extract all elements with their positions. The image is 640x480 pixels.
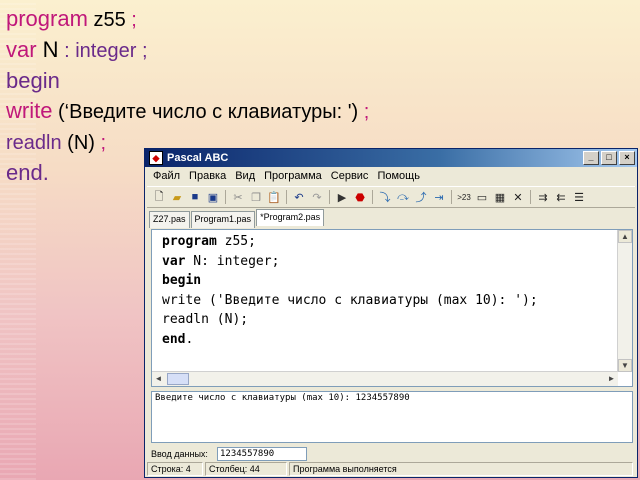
status-column: Столбец: 44 bbox=[205, 462, 287, 476]
slide-keyword: end. bbox=[6, 160, 49, 185]
slide-text: N bbox=[36, 37, 59, 62]
file-tabs: Z27.pas Program1.pas *Program2.pas bbox=[149, 209, 325, 228]
slide-line-var: var N : integer ; bbox=[6, 35, 369, 66]
scroll-down-icon[interactable]: ▼ bbox=[618, 359, 632, 372]
vertical-scrollbar[interactable]: ▲ ▼ bbox=[617, 230, 632, 372]
slide-line-program: program z55 ; bbox=[6, 4, 369, 35]
step-over-icon[interactable]: ⤼ bbox=[395, 189, 411, 205]
scroll-right-icon[interactable]: ► bbox=[605, 373, 618, 385]
code-keyword: begin bbox=[162, 273, 202, 288]
toolbar: 🗋 ▰ ■ ▣ ✂ ❐ 📋 ↶ ↷ ▶ ⬣ ⤵ ⤼ ⤴ ⇥ >23 ▭ ▦ ✕ … bbox=[147, 186, 635, 208]
window-icon[interactable]: ▭ bbox=[474, 189, 490, 205]
cut-icon[interactable]: ✂ bbox=[230, 189, 246, 205]
code-editor[interactable]: program z55; var N: integer; begin write… bbox=[151, 229, 633, 387]
maximize-button[interactable]: □ bbox=[601, 151, 617, 165]
save-all-icon[interactable]: ▣ bbox=[205, 189, 221, 205]
slide-keyword: write bbox=[6, 98, 53, 123]
slide-text: : integer ; bbox=[58, 40, 148, 62]
code-keyword: var bbox=[162, 253, 186, 269]
title-bar[interactable]: ◆ Pascal ABC _ □ × bbox=[145, 149, 637, 167]
watch-icon[interactable]: >23 bbox=[456, 189, 472, 205]
status-bar: Строка: 4 Столбец: 44 Программа выполняе… bbox=[147, 462, 635, 476]
menu-bar: Файл Правка Вид Программа Сервис Помощь bbox=[145, 168, 637, 184]
toolbar-separator bbox=[451, 190, 452, 204]
code-keyword: program bbox=[162, 234, 217, 249]
input-row: Ввод данных: 1234557890 bbox=[151, 447, 307, 461]
scroll-thumb[interactable] bbox=[167, 373, 189, 385]
code-text: program z55; var N: integer; begin write… bbox=[162, 232, 538, 349]
code-text-span: readln bbox=[162, 312, 209, 327]
output-text: Введите число с клавиатуры (max 10): 123… bbox=[155, 393, 410, 403]
copy-icon[interactable]: ❐ bbox=[248, 189, 264, 205]
menu-view[interactable]: Вид bbox=[235, 170, 255, 182]
menu-edit[interactable]: Правка bbox=[189, 170, 226, 182]
slide-text: ; bbox=[358, 101, 370, 123]
save-icon[interactable]: ■ bbox=[187, 189, 203, 205]
code-text-span: ('Введите число с клавиатуры (max 10): '… bbox=[201, 292, 538, 308]
run-icon[interactable]: ▶ bbox=[334, 189, 350, 205]
window-controls: _ □ × bbox=[583, 151, 635, 165]
menu-service[interactable]: Сервис bbox=[331, 170, 369, 182]
slide-text: ; bbox=[94, 132, 107, 154]
slide-keyword: begin bbox=[6, 68, 60, 93]
paste-icon[interactable]: 📋 bbox=[266, 189, 282, 205]
tab-program2[interactable]: *Program2.pas bbox=[256, 209, 325, 226]
undo-icon[interactable]: ↶ bbox=[291, 189, 307, 205]
code-keyword: end bbox=[162, 331, 186, 347]
menu-help[interactable]: Помощь bbox=[377, 170, 420, 182]
code-text-span: (N); bbox=[208, 312, 249, 327]
pascal-abc-window: ◆ Pascal ABC _ □ × Файл Правка Вид Прогр… bbox=[144, 148, 638, 478]
scroll-left-icon[interactable]: ◄ bbox=[152, 373, 165, 385]
slide-text: z55 bbox=[87, 9, 126, 31]
delete-icon[interactable]: ✕ bbox=[510, 189, 526, 205]
slide-text: (N) bbox=[61, 132, 95, 154]
toolbar-separator bbox=[530, 190, 531, 204]
menu-program[interactable]: Программа bbox=[264, 170, 322, 182]
comment-icon[interactable]: ☰ bbox=[571, 189, 587, 205]
run-to-cursor-icon[interactable]: ⇥ bbox=[431, 189, 447, 205]
tab-z27[interactable]: Z27.pas bbox=[149, 211, 190, 228]
slide-text: ; bbox=[125, 9, 137, 31]
step-into-icon[interactable]: ⤵ bbox=[377, 189, 393, 205]
toolbar-separator bbox=[329, 190, 330, 204]
code-text-span: N: integer; bbox=[185, 253, 280, 269]
stop-icon[interactable]: ⬣ bbox=[352, 189, 368, 205]
app-icon: ◆ bbox=[149, 151, 163, 165]
tab-program1[interactable]: Program1.pas bbox=[190, 211, 256, 228]
new-file-icon[interactable]: 🗋 bbox=[151, 189, 167, 205]
scroll-up-icon[interactable]: ▲ bbox=[618, 230, 632, 243]
output-window: Введите число с клавиатуры (max 10): 123… bbox=[151, 391, 633, 443]
code-text-span: . bbox=[185, 331, 194, 347]
open-folder-icon[interactable]: ▰ bbox=[169, 189, 185, 205]
toolbar-separator bbox=[372, 190, 373, 204]
slide-keyword: program bbox=[6, 6, 88, 31]
horizontal-scrollbar[interactable]: ◄ ► bbox=[152, 371, 618, 386]
slide-line-begin: begin bbox=[6, 66, 369, 96]
toolbar-separator bbox=[225, 190, 226, 204]
input-label: Ввод данных: bbox=[151, 449, 208, 459]
form-icon[interactable]: ▦ bbox=[492, 189, 508, 205]
input-field[interactable]: 1234557890 bbox=[217, 447, 307, 461]
slide-keyword: readln bbox=[6, 132, 62, 154]
outdent-icon[interactable]: ⇇ bbox=[553, 189, 569, 205]
code-text-span: z55; bbox=[216, 234, 256, 249]
close-button[interactable]: × bbox=[619, 151, 635, 165]
indent-icon[interactable]: ⇉ bbox=[535, 189, 551, 205]
slide-text: (‘Введите число с клавиатуры: ') bbox=[52, 101, 359, 123]
status-row: Строка: 4 bbox=[147, 462, 203, 476]
minimize-button[interactable]: _ bbox=[583, 151, 599, 165]
slide-keyword: var bbox=[6, 37, 37, 62]
toolbar-separator bbox=[286, 190, 287, 204]
step-out-icon[interactable]: ⤴ bbox=[413, 189, 429, 205]
status-state: Программа выполняется bbox=[289, 462, 633, 476]
window-title: Pascal ABC bbox=[167, 152, 229, 164]
slide-line-write: write (‘Введите число с клавиатуры: ') ; bbox=[6, 96, 369, 127]
menu-file[interactable]: Файл bbox=[153, 170, 180, 182]
code-text-span: write bbox=[162, 292, 202, 308]
redo-icon[interactable]: ↷ bbox=[309, 189, 325, 205]
